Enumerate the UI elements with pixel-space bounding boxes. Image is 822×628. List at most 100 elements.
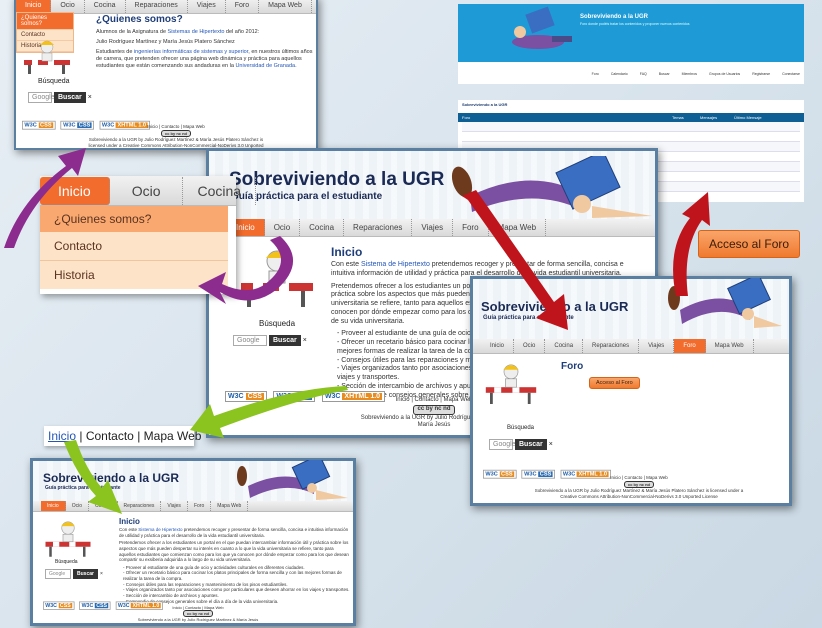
board-link-faq[interactable]: FAQ (640, 72, 647, 76)
board-link-calendario[interactable]: Calendario (611, 72, 628, 76)
nav-item-ocio[interactable]: Ocio (66, 501, 89, 511)
footer-link-inicio[interactable]: Inicio (610, 475, 621, 480)
col-temas: Temas (672, 115, 684, 120)
hipertexto-link[interactable]: Sistema de Hipertexto (138, 527, 182, 532)
nav-item-inicio[interactable]: Inicio (40, 176, 110, 205)
nav-item-inicio[interactable]: Inicio (481, 339, 515, 353)
ugr-link[interactable]: Universidad de Granada (235, 63, 295, 69)
forum-board-tagline: Foro donde podéis tratar los contenidos … (580, 22, 690, 26)
nav-item-reparaciones[interactable]: Reparaciones (583, 339, 640, 353)
clear-icon[interactable]: × (88, 94, 92, 101)
foro-heading: Foro (561, 361, 584, 372)
nav-item-reparaciones[interactable]: Reparaciones (118, 501, 162, 511)
nav-item-mapa-web[interactable]: Mapa Web (259, 0, 312, 13)
worker-illustration (241, 250, 313, 307)
footer-link-mapa[interactable]: Mapa Web (646, 475, 668, 480)
acceso-foro-button[interactable]: Acceso al Foro (589, 377, 640, 389)
nav-item-viajes[interactable]: Viajes (188, 0, 226, 13)
submenu-item-historia[interactable]: Historia (40, 261, 228, 289)
nav-item-foro[interactable]: Foro (226, 0, 260, 13)
footer-link-mapa[interactable]: Mapa Web (443, 397, 472, 403)
board-link-buscar[interactable]: Buscar (659, 72, 670, 76)
about-line3: Estudiantes de ingenierías informáticas … (96, 48, 313, 69)
forum-board-title: Sobreviviendo a la UGR (580, 14, 649, 20)
submenu-item-quienes[interactable]: ¿Quienes somos? (40, 206, 228, 232)
cc-license-icon[interactable]: cc by nc nd (160, 129, 191, 138)
clear-icon[interactable]: × (303, 337, 307, 344)
site-title: Sobreviviendo a la UGR (481, 299, 629, 314)
hipertexto-link[interactable]: Sistema de Hipertexto (361, 261, 430, 268)
w3c-css-badge-2[interactable]: W3C CSS (273, 391, 316, 402)
nav-item-mapa-web[interactable]: Mapa Web (706, 339, 754, 353)
board-link-miembros[interactable]: Miembros (682, 72, 697, 76)
footer-link-inicio[interactable]: Inicio (396, 397, 410, 403)
footer-link-inicio[interactable]: Inicio (172, 605, 181, 610)
w3c-css-badge[interactable]: W3C CSS (22, 120, 56, 130)
nav-item-cocina[interactable]: Cocina (183, 176, 257, 205)
w3c-css-badge[interactable]: W3C CSS (43, 601, 75, 610)
sleeping-student-illustration (668, 278, 782, 328)
nav-item-ocio[interactable]: Ocio (110, 176, 184, 205)
w3c-css-badge[interactable]: W3C CSS (225, 391, 267, 402)
w3c-css-badge[interactable]: W3C CSS (483, 469, 517, 479)
board-link-grupos[interactable]: Grupos de Usuarios (709, 72, 740, 76)
footer-link-inicio[interactable]: Inicio (147, 124, 158, 129)
search-label: Búsqueda (38, 78, 70, 85)
nav-item-reparaciones[interactable]: Reparaciones (126, 0, 188, 13)
cc-license-icon[interactable]: cc by nc nd (623, 480, 654, 489)
google-search: Google Buscar × (45, 569, 103, 579)
search-input[interactable]: Google (45, 569, 71, 579)
nav-item-reparaciones[interactable]: Reparaciones (344, 219, 413, 236)
nav-item-cocina[interactable]: Cocina (89, 501, 118, 511)
search-input[interactable]: Google (233, 335, 267, 346)
clear-icon[interactable]: × (549, 441, 553, 448)
nav-item-ocio[interactable]: Ocio (514, 339, 546, 353)
forum-row[interactable] (462, 132, 800, 142)
board-link-foro[interactable]: Foro (592, 72, 599, 76)
nav-item-viajes[interactable]: Viajes (161, 501, 188, 511)
footer-link-contacto[interactable]: Contacto (415, 397, 439, 403)
google-search: Google Buscar × (233, 335, 307, 346)
forum-row[interactable] (462, 122, 800, 132)
footer-links: Inicio | Contacto | Mapa Web (610, 475, 668, 480)
col-foro: Foro (462, 115, 471, 120)
footer-link-contacto[interactable]: Contacto (86, 429, 134, 443)
footer-license: Sobreviviendo a la UGR by Julio Rodrígue… (534, 488, 744, 499)
nav-item-cocina[interactable]: Cocina (300, 219, 345, 236)
col-ultimo: Último Mensaje (734, 115, 762, 120)
board-link-registrarse[interactable]: Registrarse (752, 72, 770, 76)
nav-item-viajes[interactable]: Viajes (639, 339, 675, 353)
board-link-conectarse[interactable]: Conectarse (782, 72, 800, 76)
forum-board-header: Sobreviviendo a la UGR Foro donde podéis… (458, 4, 804, 62)
search-button[interactable]: Buscar (73, 569, 98, 579)
submenu-item-quienes[interactable]: ¿Quienes somos? (17, 13, 73, 30)
search-button[interactable]: Buscar (54, 92, 86, 103)
footer-link-mapa[interactable]: Mapa Web (183, 124, 205, 129)
nav-item-inicio[interactable]: Inicio (41, 501, 66, 511)
footer-link-contacto[interactable]: Contacto (624, 475, 642, 480)
cc-license-icon[interactable]: cc by nc nd (182, 610, 213, 618)
cc-license-icon[interactable]: cc by nc nd (413, 404, 455, 415)
ingenierias-link[interactable]: ingenierías informáticas de sistemas y s… (134, 49, 248, 55)
footer-link-mapa[interactable]: Mapa Web (144, 429, 202, 443)
footer-link-contacto[interactable]: Contacto (161, 124, 179, 129)
search-button[interactable]: Buscar (515, 439, 547, 450)
nav-item-cocina[interactable]: Cocina (85, 0, 126, 13)
search-input[interactable]: Google (489, 439, 516, 450)
hipertexto-link[interactable]: Sistemas de Hipertexto (168, 29, 225, 35)
forum-table-header: Foro Temas Mensajes Último Mensaje (458, 113, 804, 122)
search-input[interactable]: Google (28, 92, 55, 103)
footer-license: Sobreviviendo a la UGR by Julio Rodrígue… (137, 617, 259, 623)
home-intro: Con este Sistema de Hipertexto pretendem… (119, 527, 349, 538)
sleeping-student-illustration (451, 156, 652, 218)
clear-icon[interactable]: × (100, 571, 103, 577)
submenu-item-contacto[interactable]: Contacto (40, 232, 228, 261)
acceso-foro-callout[interactable]: Acceso al Foro (698, 230, 801, 258)
nav-item-foro[interactable]: Foro (674, 339, 706, 353)
footer-link-inicio[interactable]: Inicio (48, 429, 76, 443)
about-heading: ¿Quienes somos? (96, 14, 183, 25)
nav-item-foro[interactable]: Foro (188, 501, 212, 511)
search-button[interactable]: Buscar (269, 335, 301, 346)
nav-item-ocio[interactable]: Ocio (265, 219, 301, 236)
nav-item-cocina[interactable]: Cocina (545, 339, 584, 353)
